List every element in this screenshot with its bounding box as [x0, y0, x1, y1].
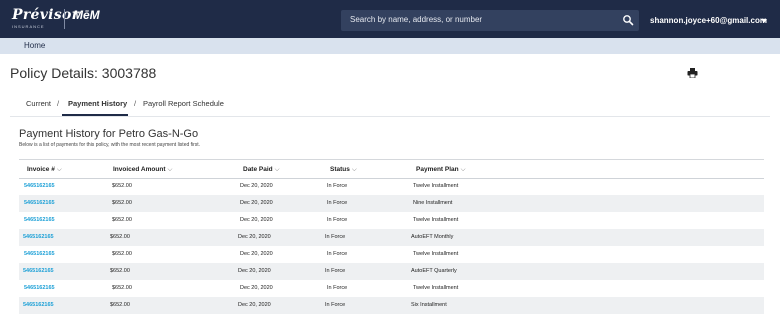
print-icon[interactable] [687, 68, 698, 78]
invoice-link[interactable]: 5465162165 [23, 234, 54, 240]
sort-icon[interactable]: ⌵ [275, 166, 280, 173]
date-paid: Dec 20, 2020 [238, 234, 271, 240]
date-paid: Dec 20, 2020 [240, 200, 273, 206]
table-row: 5465162165 $652.00 Dec 20, 2020 In Force… [19, 280, 764, 297]
invoiced-amount: $652.00 [112, 251, 132, 257]
column-header-status[interactable]: Status ⌵ [330, 166, 357, 174]
payment-plan: Twelve Installment [413, 285, 459, 291]
column-header-label: Invoice # [27, 166, 55, 173]
date-paid: Dec 20, 2020 [240, 217, 273, 223]
column-header-invoice[interactable]: Invoice # ⌵ [27, 166, 62, 174]
sort-icon[interactable]: ⌵ [461, 166, 466, 173]
status: In Force [327, 200, 348, 206]
status: In Force [325, 302, 346, 308]
previsor-logo[interactable]: Prévisor [12, 7, 79, 23]
invoice-link[interactable]: 5465162165 [24, 285, 55, 291]
invoice-link[interactable]: 5465162165 [24, 183, 55, 189]
status: In Force [325, 234, 346, 240]
page-title: Policy Details: 3003788 [10, 65, 157, 81]
breadcrumb-home-link[interactable]: Home [24, 41, 45, 50]
invoiced-amount: $652.00 [112, 285, 132, 291]
payment-plan: AutoEFT Quarterly [411, 268, 457, 274]
column-header-label: Invoiced Amount [113, 166, 166, 173]
date-paid: Dec 20, 2020 [240, 285, 273, 291]
invoice-link[interactable]: 5465162165 [23, 302, 54, 308]
status: In Force [327, 285, 348, 291]
column-header-date-paid[interactable]: Date Paid ⌵ [243, 166, 280, 174]
invoiced-amount: $652.00 [112, 217, 132, 223]
table-row: 5465162165 $652.00 Dec 20, 2020 In Force… [19, 195, 764, 212]
date-paid: Dec 20, 2020 [240, 183, 273, 189]
tab-payment-history[interactable]: Payment History [68, 99, 127, 108]
sort-icon[interactable]: ⌵ [57, 166, 62, 173]
table-row: 5465162165 $652.00 Dec 20, 2020 In Force… [19, 263, 764, 280]
logo-divider [64, 9, 65, 29]
payment-plan: Twelve Installment [413, 251, 459, 257]
breadcrumb [0, 38, 780, 54]
payment-plan: Twelve Installment [413, 217, 459, 223]
column-header-label: Date Paid [243, 166, 273, 173]
status: In Force [327, 217, 348, 223]
search-placeholder: Search by name, address, or number [350, 15, 483, 24]
tab-separator: / [57, 99, 60, 108]
table-row: 5465162165 $652.00 Dec 20, 2020 In Force… [19, 246, 764, 263]
section-description: Below is a list of payments for this pol… [19, 142, 201, 148]
column-header-label: Status [330, 166, 350, 173]
chevron-down-icon[interactable] [761, 19, 767, 23]
date-paid: Dec 20, 2020 [240, 251, 273, 257]
tabs-divider [10, 116, 770, 117]
invoiced-amount: $652.00 [110, 302, 130, 308]
payment-plan: Nine Installment [413, 200, 453, 206]
payment-plan: AutoEFT Monthly [411, 234, 454, 240]
column-header-invoiced-amount[interactable]: Invoiced Amount ⌵ [113, 166, 172, 174]
status: In Force [325, 268, 346, 274]
tab-payroll-report-schedule[interactable]: Payroll Report Schedule [143, 99, 224, 108]
tab-separator: / [134, 99, 137, 108]
table-row: 5465162165 $652.00 Dec 20, 2020 In Force… [19, 229, 764, 246]
tab-current[interactable]: Current [26, 99, 51, 108]
payment-plan: Twelve Installment [413, 183, 459, 189]
column-header-payment-plan[interactable]: Payment Plan ⌵ [416, 166, 466, 174]
search-input[interactable]: Search by name, address, or number [341, 10, 639, 31]
sort-icon[interactable]: ⌵ [167, 166, 172, 173]
status: In Force [327, 183, 348, 189]
table-row: 5465162165 $652.00 Dec 20, 2020 In Force… [19, 178, 764, 195]
invoiced-amount: $652.00 [112, 200, 132, 206]
invoice-link[interactable]: 5465162165 [23, 268, 54, 274]
invoiced-amount: $652.00 [112, 183, 132, 189]
sort-icon[interactable]: ⌵ [352, 166, 357, 173]
payment-plan: Six Installment [411, 302, 447, 308]
previsor-logo-subtitle: INSURANCE [12, 24, 45, 29]
column-header-label: Payment Plan [416, 166, 459, 173]
search-icon[interactable] [622, 14, 634, 26]
mem-logo[interactable]: MēM [73, 8, 100, 22]
table-top-rule [19, 159, 764, 160]
top-header: Prévisor INSURANCE MēM Search by name, a… [0, 0, 780, 38]
date-paid: Dec 20, 2020 [238, 268, 271, 274]
date-paid: Dec 20, 2020 [238, 302, 271, 308]
invoiced-amount: $652.00 [110, 234, 130, 240]
user-menu[interactable]: shannon.joyce+60@gmail.com [650, 16, 767, 25]
table-row: 5465162165 $652.00 Dec 20, 2020 In Force… [19, 297, 764, 314]
invoice-link[interactable]: 5465162165 [24, 251, 55, 257]
invoice-link[interactable]: 5465162165 [24, 200, 55, 206]
status: In Force [327, 251, 348, 257]
section-title: Payment History for Petro Gas-N-Go [19, 128, 199, 140]
invoiced-amount: $652.00 [110, 268, 130, 274]
invoice-link[interactable]: 5465162165 [24, 217, 55, 223]
table-row: 5465162165 $652.00 Dec 20, 2020 In Force… [19, 212, 764, 229]
